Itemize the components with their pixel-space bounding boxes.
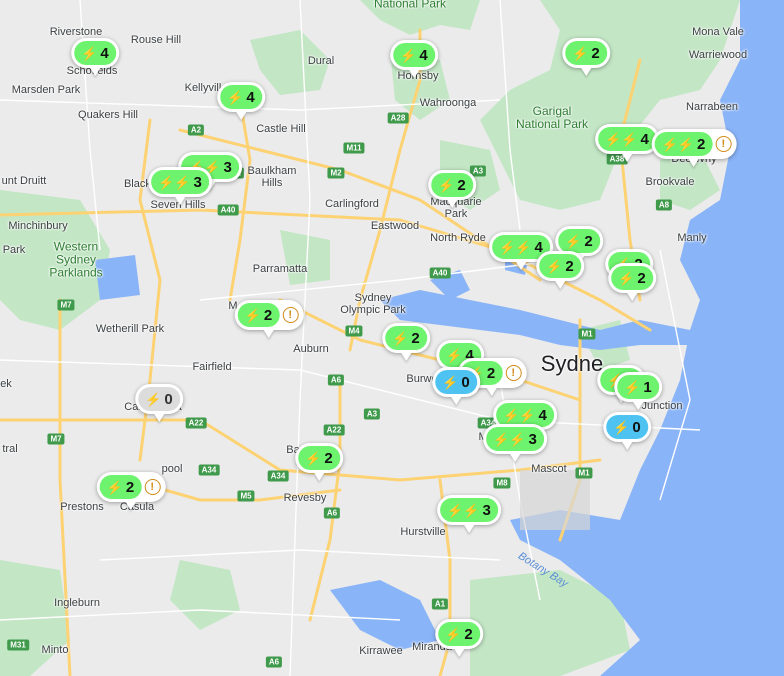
charger-pin-kellyville[interactable]: ⚡ 4	[217, 82, 265, 120]
charger-pin-miranda[interactable]: ⚡ 2	[435, 619, 483, 657]
road-shield-a8: A8	[655, 199, 673, 211]
charger-pin-schofields[interactable]: ⚡ 4	[71, 38, 119, 76]
charger-count: 2	[565, 257, 574, 275]
charger-count: 4	[640, 130, 649, 148]
charger-pin-homebush[interactable]: ⚡ 2	[382, 323, 430, 361]
charge-icon: ⚡	[438, 177, 455, 193]
charger-pin-terrey-hills[interactable]: ⚡ 2	[562, 38, 610, 76]
road-shield-a1: A1	[431, 598, 449, 610]
charger-count: 3	[193, 173, 202, 191]
charger-pin-marrickville-b[interactable]: ⚡⚡ 3	[483, 424, 547, 462]
charge-icon: ⚡	[445, 626, 462, 642]
charger-count: 0	[632, 418, 641, 436]
charge-icon: ⚡	[392, 330, 409, 346]
charger-pin-cabramatta[interactable]: ⚡ 0	[135, 384, 183, 422]
road-shield-a34: A34	[267, 470, 289, 482]
charge-icon: ⚡	[624, 379, 641, 395]
warning-icon: !	[715, 136, 732, 152]
charge-icon: ⚡	[227, 89, 244, 105]
charger-count: 2	[697, 135, 706, 153]
charge-icon: ⚡	[546, 258, 563, 274]
charger-pin-burwood-c[interactable]: ⚡ 0	[432, 367, 480, 405]
charger-pin-bondi-b[interactable]: ⚡ 1	[614, 372, 662, 410]
charger-count: 2	[464, 625, 473, 643]
charger-count: 3	[223, 158, 232, 176]
charge-icon: ⚡⚡	[661, 136, 695, 152]
road-shield-a6: A6	[327, 374, 345, 386]
charger-pin-hornsby[interactable]: ⚡ 4	[390, 40, 438, 78]
charger-count: 4	[538, 406, 547, 424]
charger-pin-chatswood-c[interactable]: ⚡ 2	[536, 251, 584, 289]
charger-pin-liverpool[interactable]: ⚡ 2!	[96, 472, 166, 510]
road-shield-a40: A40	[217, 204, 239, 216]
road-shield-a22: A22	[323, 424, 345, 436]
charge-icon: ⚡	[618, 270, 635, 286]
road-shield-m1: M1	[575, 467, 593, 479]
road-shield-m8: M8	[493, 477, 511, 489]
charger-count: 4	[100, 44, 109, 62]
charge-icon: ⚡⚡	[605, 131, 638, 147]
road-shield-m7: M7	[57, 299, 75, 311]
charger-count: 2	[324, 449, 333, 467]
charge-icon: ⚡	[81, 45, 98, 61]
road-shield-m2: M2	[327, 167, 345, 179]
charger-pin-bondi-c[interactable]: ⚡ 0	[603, 412, 651, 450]
charger-count: 2	[637, 269, 646, 287]
charge-icon: ⚡⚡	[499, 239, 532, 255]
airport	[520, 470, 590, 530]
charger-pin-mosman-b[interactable]: ⚡ 2	[608, 263, 656, 301]
charge-icon: ⚡⚡	[493, 431, 526, 447]
charger-pin-macquarie-park[interactable]: ⚡ 2	[428, 170, 476, 208]
charger-count: 1	[643, 378, 652, 396]
road-shield-m11: M11	[343, 142, 365, 154]
road-shield-a3: A3	[363, 408, 381, 420]
charger-pin-rockdale[interactable]: ⚡⚡ 3	[437, 495, 501, 533]
road-shield-a40: A40	[429, 267, 451, 279]
charge-icon: ⚡	[442, 374, 459, 390]
charger-pin-blacktown-b[interactable]: ⚡⚡ 3	[148, 167, 212, 205]
road-shield-m31: M31	[7, 639, 29, 651]
charge-icon: ⚡	[572, 45, 589, 61]
charger-count: 4	[246, 88, 255, 106]
charger-count: 2	[591, 44, 600, 62]
charge-icon: ⚡	[106, 479, 123, 495]
warning-icon: !	[282, 307, 299, 323]
road-shield-a6: A6	[265, 656, 283, 668]
charger-count: 3	[482, 501, 491, 519]
charger-count: 0	[461, 373, 470, 391]
road-shield-m7: M7	[47, 433, 65, 445]
charge-icon: ⚡⚡	[158, 174, 191, 190]
charge-icon: ⚡	[400, 47, 417, 63]
charge-icon: ⚡	[565, 233, 582, 249]
charger-pin-dee-why[interactable]: ⚡⚡ 2!	[651, 129, 737, 167]
charger-pin-frenchs-forest[interactable]: ⚡⚡ 4	[595, 124, 659, 162]
road-shield-a2: A2	[187, 124, 205, 136]
charger-pin-bankstown[interactable]: ⚡ 2	[295, 443, 343, 481]
charger-pin-merrylands[interactable]: ⚡ 2!	[234, 300, 304, 338]
road-shield-m5: M5	[237, 490, 255, 502]
road-shield-a34: A34	[198, 464, 220, 476]
charge-icon: ⚡	[145, 391, 162, 407]
charger-count: 2	[411, 329, 420, 347]
road-shield-m1: M1	[578, 328, 596, 340]
road-shield-a22: A22	[185, 417, 207, 429]
charge-icon: ⚡⚡	[503, 407, 536, 423]
road-shield-a28: A28	[387, 112, 409, 124]
warning-icon: !	[144, 479, 161, 495]
charge-icon: ⚡	[305, 450, 322, 466]
warning-icon: !	[505, 365, 522, 381]
charge-icon: ⚡	[613, 419, 630, 435]
charger-count: 3	[528, 430, 537, 448]
charger-count: 4	[419, 46, 428, 64]
road-shield-m4: M4	[345, 325, 363, 337]
charger-count: 0	[164, 390, 173, 408]
charger-count: 2	[584, 232, 593, 250]
charger-count: 2	[263, 306, 273, 324]
charger-count: 2	[486, 364, 496, 382]
charge-icon: ⚡⚡	[447, 502, 480, 518]
road-shield-a6: A6	[323, 507, 341, 519]
charger-count: 2	[457, 176, 466, 194]
charger-count: 2	[125, 478, 135, 496]
charge-icon: ⚡	[244, 307, 261, 323]
